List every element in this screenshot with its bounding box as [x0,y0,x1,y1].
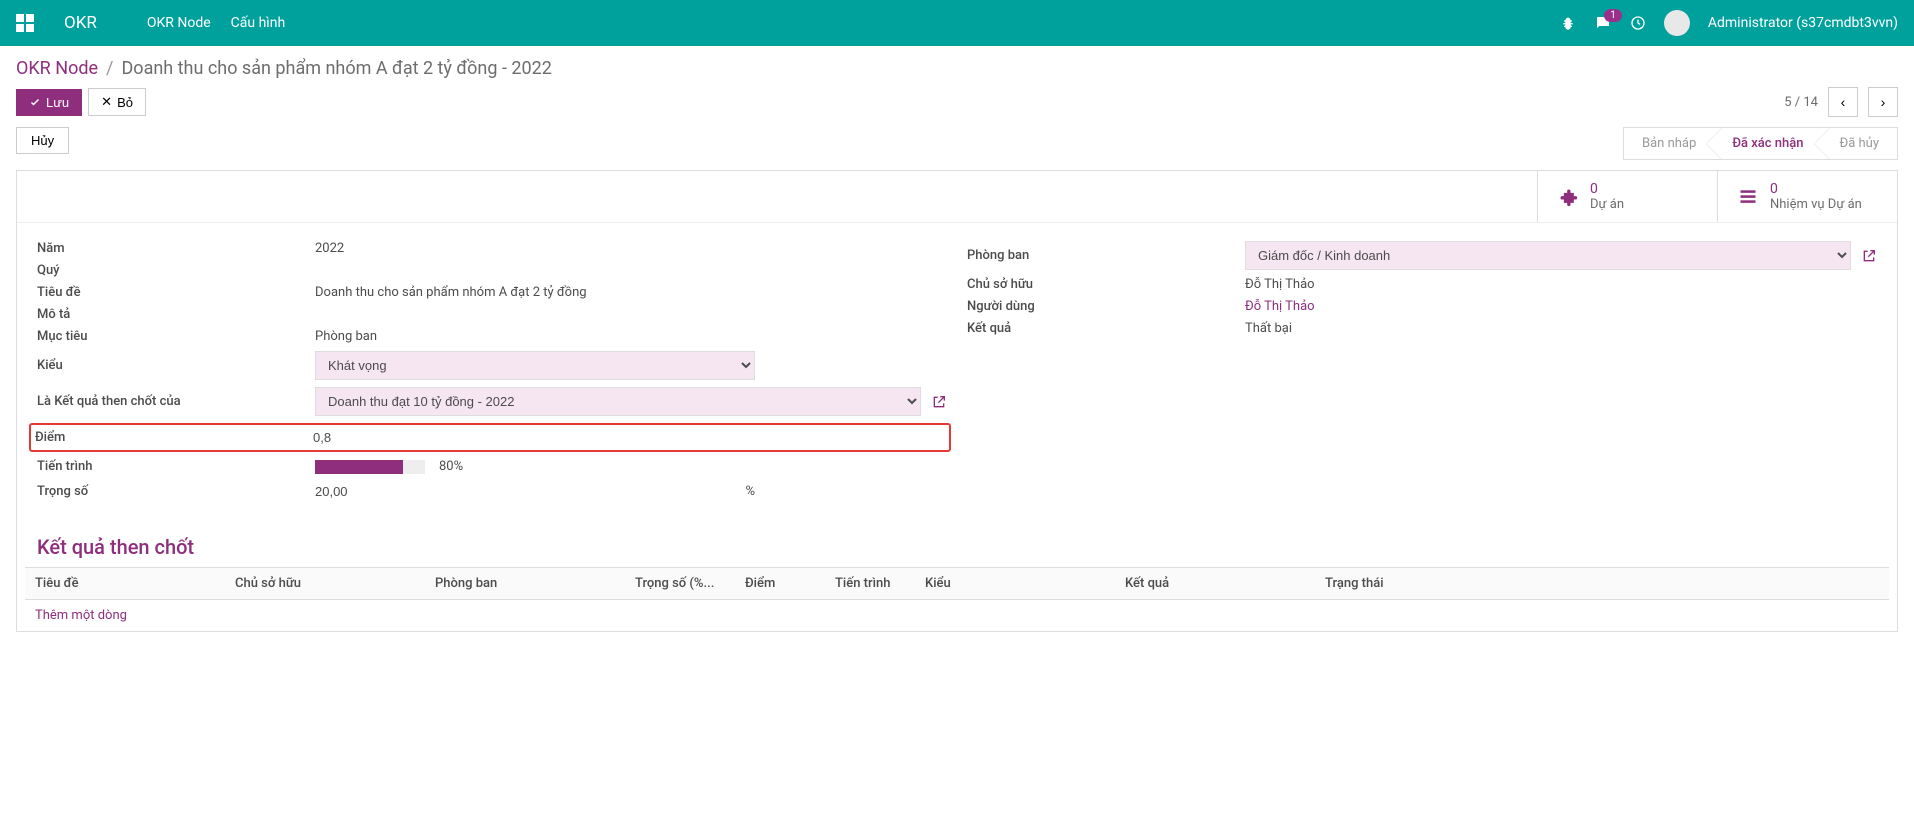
progress-percent: 80% [439,459,463,474]
label-result: Kết quả [967,321,1245,336]
value-year: 2022 [315,241,947,256]
close-icon: ✕ [101,94,112,110]
col-score: Điểm [735,568,825,600]
label-year: Năm [37,241,315,256]
stat-tasks-label: Nhiệm vụ Dự án [1770,197,1862,212]
status-draft[interactable]: Bản nháp [1624,128,1714,159]
right-column: Phòng banGiám đốc / Kinh doanh Chủ sở hữ… [967,241,1877,509]
value-result: Thất bại [1245,321,1877,336]
pager-next[interactable]: › [1868,87,1898,117]
add-line-link[interactable]: Thêm một dòng [35,608,127,623]
user-name[interactable]: Administrator (s37cmdbt3vvn) [1708,15,1898,31]
weight-unit: % [745,484,755,499]
value-user[interactable]: Đỗ Thị Thảo [1245,299,1877,314]
breadcrumb: OKR Node / Doanh thu cho sản phẩm nhóm A… [0,46,1914,87]
discard-button[interactable]: ✕ Bỏ [88,88,146,116]
list-icon [1738,187,1758,207]
select-department[interactable]: Giám đốc / Kinh doanh [1245,241,1851,270]
pager-text: 5 / 14 [1784,95,1818,110]
select-kr-of[interactable]: Doanh thu đạt 10 tỷ đồng - 2022 [315,387,921,416]
clock-icon[interactable] [1630,15,1646,31]
progress-fill [315,460,403,474]
label-quarter: Quý [37,263,315,278]
status-row: Hủy Bản nháp Đã xác nhận Đã hủy [0,127,1914,160]
stat-tasks[interactable]: 0 Nhiệm vụ Dự án [1717,171,1897,222]
select-type[interactable]: Khát vọng [315,351,755,380]
stat-tasks-count: 0 [1770,181,1862,197]
left-column: Năm2022 Quý Tiêu đềDoanh thu cho sản phẩ… [37,241,947,509]
col-type: Kiểu [915,568,1115,600]
kr-section-title: Kết quả then chốt [17,527,1897,567]
notification-badge: 1 [1604,9,1622,22]
col-title: Tiêu đề [25,568,225,600]
external-link-icon[interactable] [1861,248,1877,264]
label-user: Người dùng [967,299,1245,314]
stat-row: 0 Dự án 0 Nhiệm vụ Dự án [17,171,1897,223]
app-name[interactable]: OKR [64,13,97,33]
topbar-right: 1 Administrator (s37cmdbt3vvn) [1560,10,1898,36]
label-objective: Mục tiêu [37,329,315,344]
save-button[interactable]: Lưu [16,89,82,116]
chat-icon[interactable]: 1 [1594,14,1612,32]
col-progress: Tiến trình [825,568,915,600]
status-bar: Bản nháp Đã xác nhận Đã hủy [1623,127,1898,160]
pager-prev[interactable]: ‹ [1828,87,1858,117]
avatar[interactable] [1664,10,1690,36]
label-title: Tiêu đề [37,285,315,300]
progress-bar [315,460,425,474]
puzzle-icon [1558,187,1578,207]
input-score[interactable] [313,427,753,448]
label-score: Điểm [35,430,313,445]
action-row: Lưu ✕ Bỏ 5 / 14 ‹ › [0,87,1914,127]
label-kr-of: Là Kết quả then chốt của [37,394,315,409]
kr-table: Tiêu đề Chủ sở hữu Phòng ban Trọng số (%… [25,567,1889,631]
label-department: Phòng ban [967,248,1245,263]
col-weight: Trọng số (%... [625,568,735,600]
label-type: Kiểu [37,358,315,373]
score-highlight: Điểm [29,423,951,452]
input-weight[interactable] [315,481,745,502]
bug-icon[interactable] [1560,15,1576,31]
label-owner: Chủ sở hữu [967,277,1245,292]
col-state: Trạng thái [1315,568,1889,600]
status-confirmed[interactable]: Đã xác nhận [1714,128,1821,159]
nav-okr-node[interactable]: OKR Node [147,15,211,31]
breadcrumb-current: Doanh thu cho sản phẩm nhóm A đạt 2 tỷ đ… [121,58,551,79]
pager: 5 / 14 ‹ › [1784,87,1898,117]
value-objective: Phòng ban [315,329,947,344]
status-cancelled[interactable]: Đã hủy [1822,128,1898,159]
external-link-icon[interactable] [931,394,947,410]
form-body: Năm2022 Quý Tiêu đềDoanh thu cho sản phẩ… [17,223,1897,527]
cancel-button[interactable]: Hủy [16,127,69,154]
breadcrumb-root[interactable]: OKR Node [16,58,98,79]
col-owner: Chủ sở hữu [225,568,425,600]
topbar: OKR OKR Node Cấu hình 1 Administrator (s… [0,0,1914,46]
table-row: Thêm một dòng [25,600,1889,632]
topbar-left: OKR OKR Node Cấu hình [16,13,285,33]
label-weight: Trọng số [37,484,315,499]
stat-projects-label: Dự án [1590,197,1624,212]
stat-projects[interactable]: 0 Dự án [1537,171,1717,222]
label-progress: Tiến trình [37,459,315,474]
col-dept: Phòng ban [425,568,625,600]
apps-icon[interactable] [16,14,34,32]
stat-projects-count: 0 [1590,181,1624,197]
nav-config[interactable]: Cấu hình [231,15,286,31]
value-owner: Đỗ Thị Thảo [1245,277,1877,292]
col-result: Kết quả [1115,568,1315,600]
label-description: Mô tả [37,307,315,322]
value-title: Doanh thu cho sản phẩm nhóm A đạt 2 tỷ đ… [315,285,947,300]
form-sheet: 0 Dự án 0 Nhiệm vụ Dự án Năm2022 Quý Tiê… [16,170,1898,632]
